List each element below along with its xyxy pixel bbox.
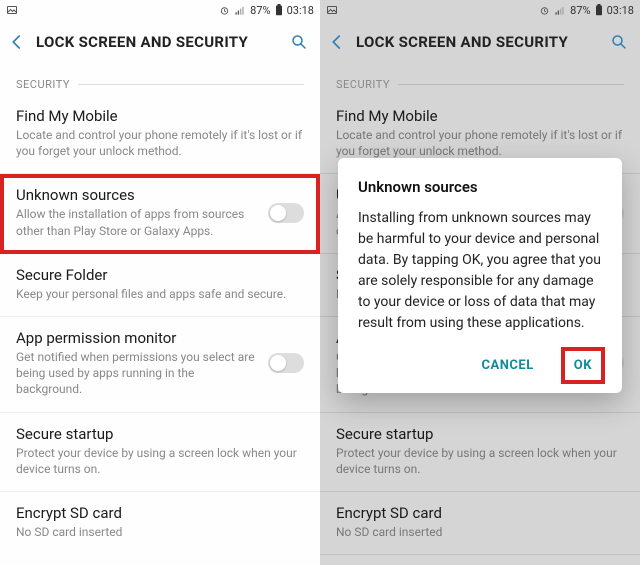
clock-text: 03:18 <box>607 4 634 17</box>
picture-icon <box>6 4 18 16</box>
status-bar: 87% 03:18 <box>0 0 320 20</box>
signal-icon <box>554 5 566 16</box>
alarm-icon <box>219 5 230 16</box>
row-subtitle: Protect your device by using a screen lo… <box>336 445 624 477</box>
ok-button[interactable]: OK <box>564 350 602 381</box>
row-title: Unknown sources <box>16 186 258 204</box>
row-unknown-sources[interactable]: Unknown sources Allow the installation o… <box>0 174 320 253</box>
row-subtitle: Get notified when permissions you select… <box>16 349 258 398</box>
row-encrypt-sd[interactable]: Encrypt SD card No SD card inserted <box>320 492 640 555</box>
row-subtitle: Protect your device by using a screen lo… <box>16 445 304 477</box>
dialog-unknown-sources: Unknown sources Installing from unknown … <box>338 158 622 393</box>
section-divider <box>78 84 304 85</box>
phone-left: 87% 03:18 LOCK SCREEN AND SECURITY SECUR… <box>0 0 320 565</box>
section-header: SECURITY <box>320 64 640 95</box>
section-divider <box>398 84 624 85</box>
row-title: Secure Folder <box>16 266 304 284</box>
battery-percent: 87% <box>250 4 270 17</box>
status-bar: 87% 03:18 <box>320 0 640 20</box>
toggle-app-permission-monitor[interactable] <box>268 353 304 373</box>
back-icon[interactable] <box>326 31 348 53</box>
dialog-actions: CANCEL OK <box>358 350 602 381</box>
row-title: App permission monitor <box>16 329 258 347</box>
row-subtitle: Locate and control your phone remotely i… <box>336 127 624 159</box>
battery-icon <box>275 4 283 16</box>
back-icon[interactable] <box>6 31 28 53</box>
row-app-permission-monitor[interactable]: App permission monitor Get notified when… <box>0 317 320 413</box>
phone-right: 87% 03:18 LOCK SCREEN AND SECURITY SECUR… <box>320 0 640 565</box>
row-title: Secure startup <box>16 425 304 443</box>
toggle-unknown-sources[interactable] <box>268 203 304 223</box>
row-title: Find My Mobile <box>16 107 304 125</box>
row-subtitle: No SD card inserted <box>16 524 304 540</box>
search-icon[interactable] <box>288 31 310 53</box>
section-header: SECURITY <box>0 64 320 95</box>
row-secure-startup[interactable]: Secure startup Protect your device by us… <box>320 413 640 492</box>
row-subtitle: Keep your personal files and apps safe a… <box>16 286 304 302</box>
row-title: Encrypt SD card <box>336 504 624 522</box>
section-label: SECURITY <box>336 78 390 91</box>
clock-text: 03:18 <box>287 4 314 17</box>
cancel-button[interactable]: CANCEL <box>472 350 544 381</box>
battery-percent: 87% <box>570 4 590 17</box>
app-bar: LOCK SCREEN AND SECURITY <box>320 20 640 64</box>
battery-icon <box>595 4 603 16</box>
alarm-icon <box>539 5 550 16</box>
dialog-body: Installing from unknown sources may be h… <box>358 208 602 334</box>
row-subtitle: Locate and control your phone remotely i… <box>16 127 304 159</box>
row-encrypt-sd[interactable]: Encrypt SD card No SD card inserted <box>0 492 320 554</box>
page-title: LOCK SCREEN AND SECURITY <box>36 33 280 51</box>
row-find-my-mobile[interactable]: Find My Mobile Locate and control your p… <box>0 95 320 174</box>
picture-icon <box>326 4 338 16</box>
app-bar: LOCK SCREEN AND SECURITY <box>0 20 320 64</box>
row-secure-startup[interactable]: Secure startup Protect your device by us… <box>0 413 320 492</box>
row-subtitle: Allow the installation of apps from sour… <box>16 206 258 238</box>
row-title: Secure startup <box>336 425 624 443</box>
signal-icon <box>234 5 246 16</box>
row-title: Encrypt SD card <box>16 504 304 522</box>
search-icon[interactable] <box>608 31 630 53</box>
row-secure-folder[interactable]: Secure Folder Keep your personal files a… <box>0 254 320 317</box>
section-label: SECURITY <box>16 78 70 91</box>
row-subtitle: No SD card inserted <box>336 524 624 540</box>
page-title: LOCK SCREEN AND SECURITY <box>356 33 600 51</box>
row-title: Find My Mobile <box>336 107 624 125</box>
dialog-title: Unknown sources <box>358 178 602 196</box>
